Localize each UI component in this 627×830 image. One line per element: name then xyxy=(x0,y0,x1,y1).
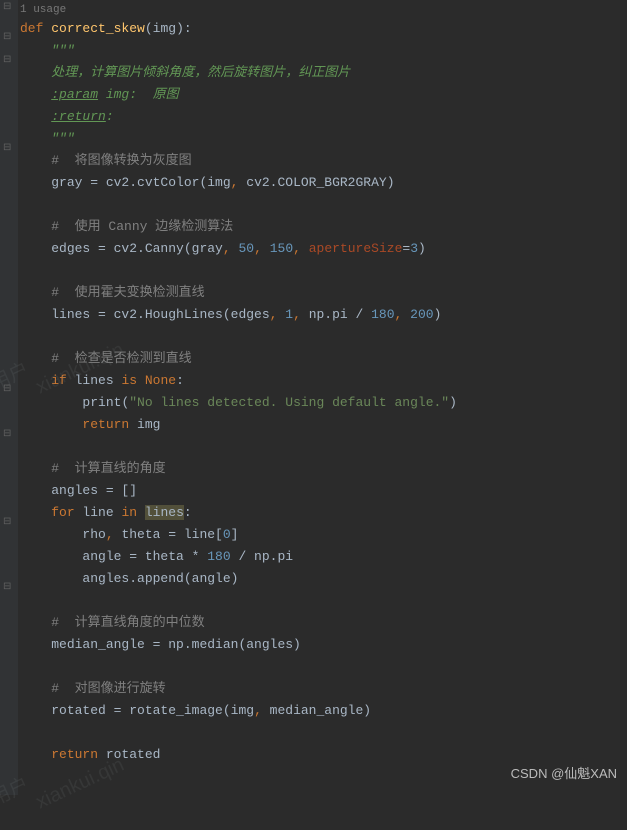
code-line: 处理，计算图片倾斜角度，然后旋转图片，纠正图片 xyxy=(20,62,627,84)
code-line: :param img: 原图 xyxy=(20,84,627,106)
code-line: angles.append(angle) xyxy=(20,568,627,590)
code-line xyxy=(20,436,627,458)
usage-hint[interactable]: 1 usage xyxy=(20,2,627,18)
fold-mark[interactable]: ⊟ xyxy=(3,430,13,440)
code-line xyxy=(20,656,627,678)
code-line xyxy=(20,722,627,744)
fold-mark[interactable]: ⊟ xyxy=(3,518,13,528)
code-line: for line in lines: xyxy=(20,502,627,524)
code-line: # 计算直线角度的中位数 xyxy=(20,612,627,634)
code-line: :return: xyxy=(20,106,627,128)
code-line: # 检查是否检测到直线 xyxy=(20,348,627,370)
code-line: angle = theta * 180 / np.pi xyxy=(20,546,627,568)
code-line: # 使用霍夫变换检测直线 xyxy=(20,282,627,304)
code-line xyxy=(20,194,627,216)
code-line: if lines is None: xyxy=(20,370,627,392)
code-line xyxy=(20,326,627,348)
code-line: edges = cv2.Canny(gray, 50, 150, apertur… xyxy=(20,238,627,260)
code-line: rho, theta = line[0] xyxy=(20,524,627,546)
code-line: median_angle = np.median(angles) xyxy=(20,634,627,656)
fold-mark[interactable]: ⊟ xyxy=(3,56,13,66)
fold-mark[interactable]: ⊟ xyxy=(3,33,13,43)
fold-mark[interactable]: ⊟ xyxy=(3,583,13,593)
gutter: ⊟ ⊟ ⊟ ⊟ ⊟ ⊟ ⊟ ⊟ xyxy=(0,0,18,795)
code-line: # 计算直线的角度 xyxy=(20,458,627,480)
code-line xyxy=(20,260,627,282)
code-line: # 将图像转换为灰度图 xyxy=(20,150,627,172)
code-editor[interactable]: 1 usage def correct_skew(img): """ 处理，计算… xyxy=(18,0,627,766)
code-line: # 对图像进行旋转 xyxy=(20,678,627,700)
credit-text: CSDN @仙魁XAN xyxy=(511,763,617,785)
fold-mark[interactable]: ⊟ xyxy=(3,144,13,154)
code-line: # 使用 Canny 边缘检测算法 xyxy=(20,216,627,238)
code-line: """ xyxy=(20,128,627,150)
code-line xyxy=(20,590,627,612)
fold-mark[interactable]: ⊟ xyxy=(3,385,13,395)
code-line: lines = cv2.HoughLines(edges, 1, np.pi /… xyxy=(20,304,627,326)
code-line: print("No lines detected. Using default … xyxy=(20,392,627,414)
code-line: return img xyxy=(20,414,627,436)
code-line: gray = cv2.cvtColor(img, cv2.COLOR_BGR2G… xyxy=(20,172,627,194)
code-line: rotated = rotate_image(img, median_angle… xyxy=(20,700,627,722)
code-line: angles = [] xyxy=(20,480,627,502)
code-line: def correct_skew(img): xyxy=(20,18,627,40)
code-line: """ xyxy=(20,40,627,62)
fold-mark[interactable]: ⊟ xyxy=(3,3,13,13)
